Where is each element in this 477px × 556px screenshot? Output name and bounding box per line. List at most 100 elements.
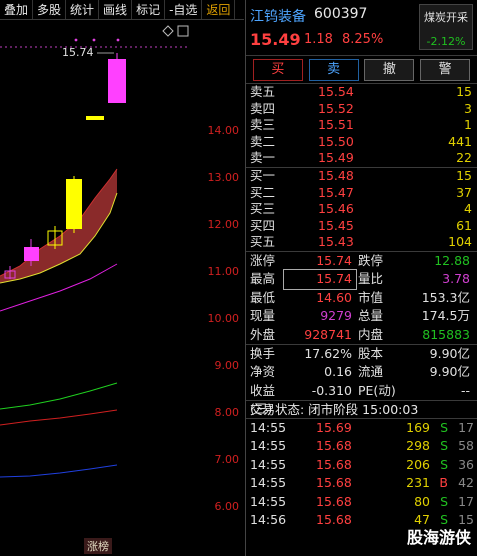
stat-value: 9.90亿: [429, 364, 470, 380]
stat-row: 涨停 15.74 跌停 12.88: [246, 252, 477, 270]
price-tick-label: 14.00: [207, 124, 240, 137]
stat-value: 0.16: [324, 364, 352, 380]
ma-red-line: [0, 409, 118, 426]
bid-row[interactable]: 买二 15.47 37: [246, 185, 477, 202]
trade-row: 14:55 15.68 80 S 17: [246, 493, 477, 511]
ob-label: 买五: [250, 234, 276, 250]
diamond-icon[interactable]: [162, 25, 174, 37]
ask-row[interactable]: 卖五 15.54 15: [246, 84, 477, 101]
trade-time: 14:55: [250, 420, 287, 436]
sector-box[interactable]: 煤炭开采 -2.12%: [419, 4, 473, 50]
trade-row: 14:55 15.68 231 B 42: [246, 474, 477, 492]
stat-label: 涨停: [250, 252, 276, 268]
bid-row[interactable]: 买四 15.45 61: [246, 218, 477, 235]
ob-vol: 15: [456, 167, 472, 183]
ob-label: 卖一: [250, 150, 276, 166]
ob-price: 15.45: [318, 217, 354, 233]
bid-row[interactable]: 买三 15.46 4: [246, 201, 477, 218]
candle: [108, 59, 126, 103]
trade-list[interactable]: 14:55 15.69 169 S 17 14:55 15.68 298 S 58 14:55 15.…: [246, 419, 477, 529]
bid-row[interactable]: 买五 15.43 104: [246, 234, 477, 251]
trade-price: 15.68: [316, 456, 352, 472]
ask-row[interactable]: 卖四 15.52 3: [246, 101, 477, 118]
stat-label: 股本: [358, 345, 384, 361]
sector-name: 煤炭开采: [424, 11, 468, 24]
stat-label: PE(动): [358, 382, 396, 398]
trade-side: S: [440, 420, 448, 436]
chart-toolbar: 叠加 多股 统计 画线 标记 -自选 返回: [0, 0, 244, 20]
bid-row[interactable]: 买一 15.48 15: [246, 168, 477, 185]
toolbar-item[interactable]: 多股: [33, 0, 67, 19]
stat-value: 174.5万: [421, 308, 470, 324]
stock-code: 600397: [314, 6, 368, 22]
toolbar-item[interactable]: -自选: [165, 0, 203, 19]
stat-label: 内盘: [358, 326, 384, 342]
stat-label: 最高: [250, 271, 276, 287]
ob-price: 15.52: [318, 100, 354, 116]
trade-price: 15.68: [316, 493, 352, 509]
trade-time: 14:56: [250, 512, 287, 528]
toolbar-item[interactable]: 叠加: [0, 0, 34, 19]
stat-row: 换手 17.62% 股本 9.90亿: [246, 345, 477, 363]
toolbar-item[interactable]: 画线: [99, 0, 133, 19]
quote-panel: 江钨装备 600397 15.49 1.18 8.25% 煤炭开采 -2.12%…: [245, 0, 477, 556]
stat-value: 14.60: [316, 289, 352, 305]
trade-side: B: [439, 475, 448, 491]
price-tick-label: 10.00: [207, 312, 240, 325]
kline-chart[interactable]: 15.74 14.00 13.00 12.00 11.00 10.00 9.00 8.00 7…: [0, 21, 244, 556]
toolbar-item[interactable]: 统计: [66, 0, 100, 19]
stat-label: 现量: [250, 308, 276, 324]
stat-value: 15.74: [283, 269, 357, 290]
stat-row: 现量 9279 总量 174.5万: [246, 307, 477, 325]
ob-label: 卖五: [250, 84, 276, 99]
bottom-tag[interactable]: 涨榜: [84, 538, 112, 554]
ob-vol: 441: [448, 133, 472, 149]
ask-row[interactable]: 卖二 15.50 441: [246, 134, 477, 151]
trade-time: 14:55: [250, 493, 287, 509]
stat-row: 净资 0.16 流通 9.90亿: [246, 363, 477, 381]
stat-value: 153.3亿: [421, 289, 470, 305]
ob-vol: 61: [456, 217, 472, 233]
ob-vol: 37: [456, 184, 472, 200]
trade-vol: 169: [406, 420, 430, 436]
cancel-button[interactable]: 撤: [364, 58, 415, 81]
stock-name[interactable]: 江钨装备: [250, 6, 306, 26]
stat-label: 市值: [358, 289, 384, 305]
ob-price: 15.47: [318, 184, 354, 200]
trade-actions: 买 卖 撤 警: [246, 56, 477, 84]
price-tick-label: 8.00: [214, 406, 240, 419]
stock-header: 江钨装备 600397 15.49 1.18 8.25% 煤炭开采 -2.12%: [246, 0, 477, 56]
stat-row: 最低 14.60 市值 153.3亿: [246, 289, 477, 307]
price-tick-label: 12.00: [207, 218, 240, 231]
alert-button[interactable]: 警: [420, 58, 471, 81]
price-tick-label: 11.00: [207, 265, 240, 278]
trade-row: 14:55 15.68 298 S 58: [246, 437, 477, 455]
stat-label: 外盘: [250, 326, 276, 342]
trade-vol: 206: [406, 456, 430, 472]
toolbar-item[interactable]: 返回: [202, 0, 236, 19]
ob-label: 买二: [250, 184, 276, 200]
stat-value: 15.74: [316, 252, 352, 268]
sell-button[interactable]: 卖: [308, 58, 359, 81]
stat-value: 928741: [304, 326, 352, 342]
ask-row[interactable]: 卖一 15.49 22: [246, 150, 477, 167]
trade-status: 交易状态: 闭市阶段 15:00:03: [246, 401, 477, 420]
candle: [66, 179, 82, 229]
ob-vol: 1: [464, 117, 472, 133]
buy-button[interactable]: 买: [252, 58, 303, 81]
ob-label: 卖三: [250, 117, 276, 133]
window-icon[interactable]: [177, 25, 189, 37]
toolbar-item[interactable]: 标记: [132, 0, 166, 19]
ask-row[interactable]: 卖三 15.51 1: [246, 117, 477, 134]
stat-label: 收益(三): [250, 382, 276, 417]
trade-side: S: [440, 438, 448, 454]
trade-row: 14:55 15.68 206 S 36: [246, 456, 477, 474]
trade-vol: 231: [406, 475, 430, 491]
stat-value: 9.90亿: [429, 345, 470, 361]
stat-label: 净资: [250, 364, 276, 380]
trade-vol: 80: [414, 493, 430, 509]
trade-price: 15.68: [316, 438, 352, 454]
ob-vol: 4: [464, 201, 472, 217]
ob-price: 15.50: [318, 133, 354, 149]
ob-label: 买四: [250, 217, 276, 233]
